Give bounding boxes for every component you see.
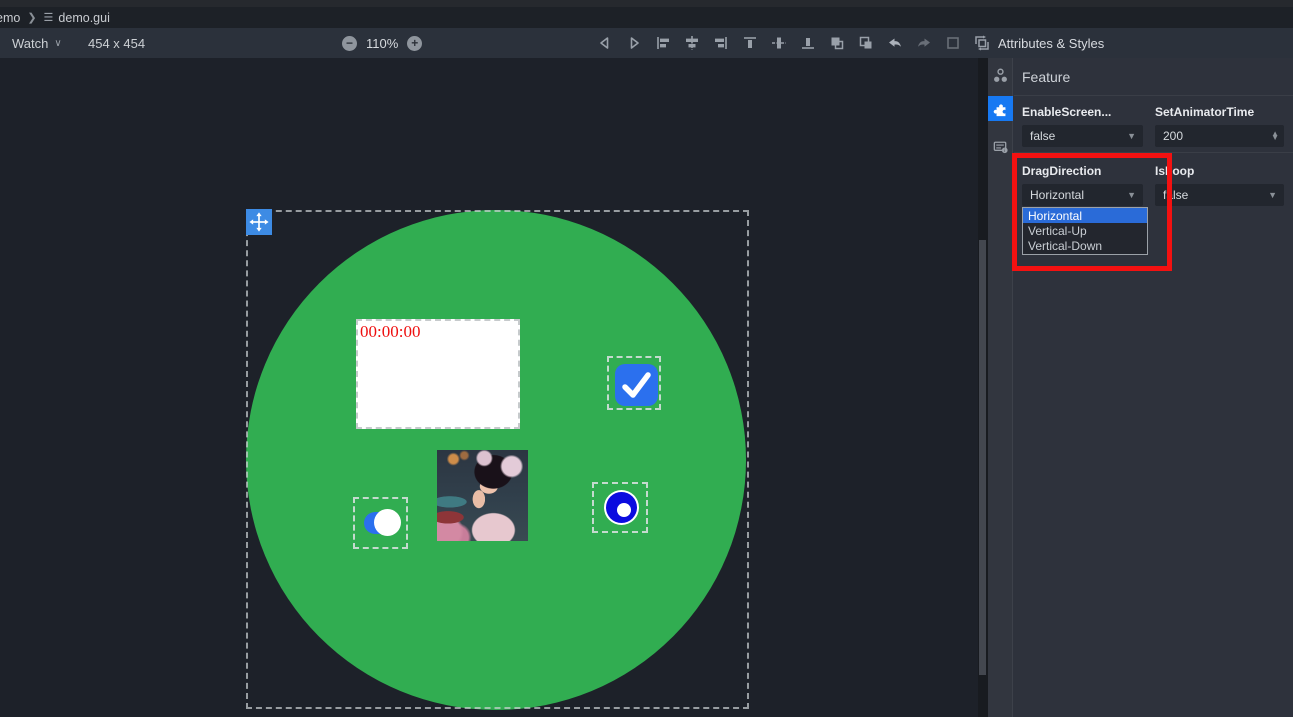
watch-label: Watch	[12, 36, 48, 51]
align-right-icon[interactable]	[712, 34, 730, 52]
undo-icon[interactable]	[886, 34, 904, 52]
redo-icon[interactable]	[915, 34, 933, 52]
puzzle-icon	[993, 101, 1009, 117]
setanimatortime-input[interactable]: 200 ▲▼	[1155, 125, 1284, 147]
chevron-right-icon: ❯	[27, 11, 36, 24]
divider	[1014, 95, 1293, 96]
checkbox-widget-bounds	[607, 356, 661, 410]
toolbar-icon-group	[596, 28, 991, 58]
hierarchy-icon	[992, 67, 1009, 84]
move-handle[interactable]	[246, 209, 272, 235]
canvas-size-label: 454 x 454	[88, 28, 145, 58]
chevron-down-icon: ▼	[1127, 131, 1136, 141]
align-left-icon[interactable]	[654, 34, 672, 52]
option-vertical-up[interactable]: Vertical-Up	[1023, 223, 1147, 238]
number-stepper[interactable]: ▲▼	[1271, 132, 1279, 141]
vertical-scrollbar[interactable]	[978, 58, 988, 717]
selection-frame-icon[interactable]	[944, 34, 962, 52]
window-top-strip	[0, 0, 1293, 7]
tab-form-info[interactable]: i	[988, 134, 1013, 159]
gui-file-icon: ☰	[44, 11, 54, 24]
girl-image-widget[interactable]	[437, 450, 528, 541]
chevron-down-icon: ▼	[1268, 190, 1277, 200]
breadcrumb-project[interactable]: emo	[0, 11, 20, 25]
dragdirection-select[interactable]: Horizontal ▼	[1022, 184, 1143, 206]
isloop-select[interactable]: false ▼	[1155, 184, 1284, 206]
align-center-vertical-icon[interactable]	[770, 34, 788, 52]
clock-label-widget[interactable]: 00:00:00	[356, 319, 520, 429]
radio-ring	[606, 492, 637, 523]
radio-widget-bounds	[592, 482, 648, 533]
section-title: Feature	[1022, 69, 1070, 85]
option-vertical-down[interactable]: Vertical-Down	[1023, 239, 1147, 254]
bring-to-front-icon[interactable]	[828, 34, 846, 52]
breadcrumb-file[interactable]: demo.gui	[58, 11, 109, 25]
divider	[1014, 152, 1293, 153]
dragdirection-options-list: Horizontal Vertical-Up Vertical-Down	[1022, 207, 1148, 255]
auto-resize-icon[interactable]	[973, 34, 991, 52]
zoom-out-button[interactable]: −	[342, 36, 357, 51]
scrollbar-thumb[interactable]	[979, 240, 986, 675]
radio-button[interactable]	[604, 490, 639, 525]
gui-editor-window: emo ❯ ☰ demo.gui Watch ∨ 454 x 454 − 110…	[0, 0, 1293, 717]
next-icon[interactable]	[625, 34, 643, 52]
panel-tab-strip: i	[988, 58, 1013, 717]
checkbox-widget[interactable]	[615, 364, 658, 406]
option-horizontal[interactable]: Horizontal	[1023, 208, 1147, 223]
watch-dropdown[interactable]: Watch ∨	[12, 28, 62, 58]
form-info-icon: i	[992, 138, 1009, 155]
chevron-down-icon: ▼	[1127, 190, 1136, 200]
checkmark-icon	[615, 364, 658, 406]
toolbar: Watch ∨ 454 x 454 − 110% +	[0, 28, 1293, 58]
tab-feature-active[interactable]	[988, 96, 1013, 121]
field-label-enablescreen: EnableScreen...	[1022, 105, 1111, 119]
clock-text: 00:00:00	[358, 321, 518, 343]
field-label-setanimatortime: SetAnimatorTime	[1155, 105, 1254, 119]
setanimatortime-value: 200	[1163, 129, 1183, 143]
enablescreen-select[interactable]: false ▼	[1022, 125, 1143, 147]
breadcrumb: emo ❯ ☰ demo.gui	[0, 7, 1293, 28]
design-canvas[interactable]: 00:00:00	[0, 58, 978, 717]
dragdirection-value: Horizontal	[1030, 188, 1084, 202]
zoom-controls: − 110% +	[342, 28, 422, 58]
toggle-knob[interactable]	[374, 509, 401, 536]
field-label-isloop: IsLoop	[1155, 164, 1194, 178]
enablescreen-value: false	[1030, 129, 1055, 143]
move-arrows-icon	[249, 212, 269, 232]
zoom-in-button[interactable]: +	[407, 36, 422, 51]
field-label-dragdirection: DragDirection	[1022, 164, 1101, 178]
zoom-level: 110%	[366, 36, 398, 51]
attributes-panel: i Feature EnableScreen... SetAnimatorTim…	[988, 58, 1293, 717]
align-bottom-icon[interactable]	[799, 34, 817, 52]
isloop-value: false	[1163, 188, 1188, 202]
chevron-down-icon: ∨	[54, 38, 61, 49]
svg-text:i: i	[1004, 148, 1005, 153]
radio-dot	[617, 503, 631, 517]
toggle-widget-bounds	[353, 497, 408, 549]
stepper-down-icon: ▼	[1271, 136, 1279, 140]
prev-icon[interactable]	[596, 34, 614, 52]
send-to-back-icon[interactable]	[857, 34, 875, 52]
tab-hierarchy[interactable]	[988, 63, 1013, 88]
align-top-icon[interactable]	[741, 34, 759, 52]
align-center-horizontal-icon[interactable]	[683, 34, 701, 52]
panel-title: Attributes & Styles	[998, 28, 1104, 58]
